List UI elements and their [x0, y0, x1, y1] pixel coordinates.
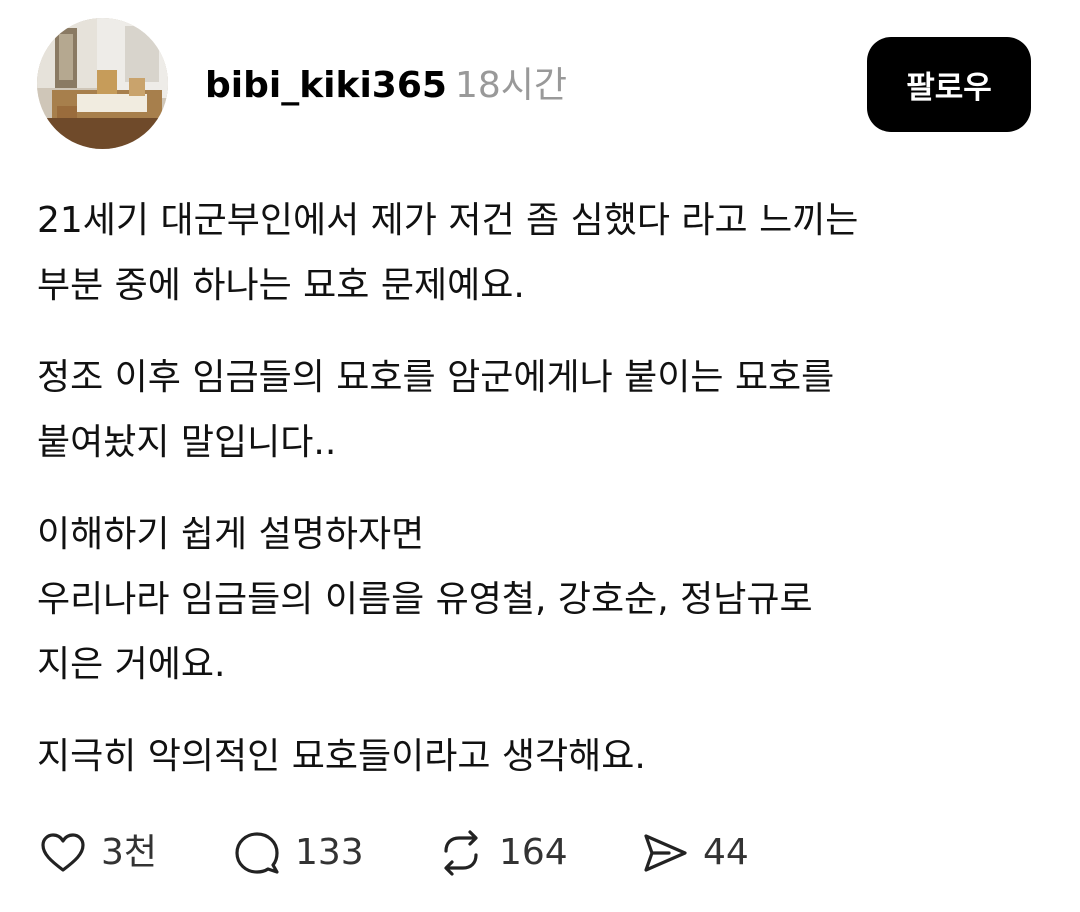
comment-button[interactable]: 133 — [231, 825, 364, 881]
avatar[interactable] — [37, 18, 168, 149]
text-line: 지극히 악의적인 묘호들이라고 생각해요. — [37, 736, 646, 777]
repost-count: 164 — [499, 832, 568, 873]
comment-icon — [231, 827, 283, 879]
post-time: 18시간 — [455, 65, 568, 106]
send-icon — [639, 827, 691, 879]
follow-button[interactable]: 팔로우 — [867, 37, 1031, 132]
avatar-image — [37, 18, 168, 149]
paragraph: 21세기 대군부인에서 제가 저건 좀 심했다 라고 느끼는 부분 중에 하나는… — [37, 188, 1047, 318]
text-line: 21세기 대군부인에서 제가 저건 좀 심했다 라고 느끼는 — [37, 200, 859, 241]
share-button[interactable]: 44 — [639, 825, 749, 881]
text-line: 정조 이후 임금들의 묘호를 암군에게나 붙이는 묘호를 — [37, 357, 835, 398]
post-body: 21세기 대군부인에서 제가 저건 좀 심했다 라고 느끼는 부분 중에 하나는… — [37, 188, 1047, 816]
text-line: 이해하기 쉽게 설명하자면 — [37, 514, 425, 555]
paragraph: 정조 이후 임금들의 묘호를 암군에게나 붙이는 묘호를 붙여놨지 말입니다.. — [37, 345, 1047, 475]
paragraph: 지극히 악의적인 묘호들이라고 생각해요. — [37, 724, 1047, 789]
username[interactable]: bibi_kiki365 — [205, 62, 447, 110]
repost-button[interactable]: 164 — [435, 825, 568, 881]
text-line: 붙여놨지 말입니다.. — [37, 422, 337, 463]
like-button[interactable]: 3천 — [37, 825, 157, 881]
paragraph: 이해하기 쉽게 설명하자면 우리나라 임금들의 이름을 유영철, 강호순, 정남… — [37, 502, 1047, 697]
action-bar: 3천 133 164 44 — [37, 825, 1037, 881]
heart-icon — [37, 827, 89, 879]
share-count: 44 — [703, 832, 749, 873]
thread-post: bibi_kiki365 18시간 팔로우 21세기 대군부인에서 제가 저건 … — [0, 0, 1080, 912]
text-line: 우리나라 임금들의 이름을 유영철, 강호순, 정남규로 — [37, 579, 813, 620]
like-count: 3천 — [101, 832, 158, 873]
comment-count: 133 — [295, 832, 364, 873]
repost-icon — [435, 827, 487, 879]
text-line: 부분 중에 하나는 묘호 문제예요. — [37, 265, 525, 306]
text-line: 지은 거에요. — [37, 644, 226, 685]
